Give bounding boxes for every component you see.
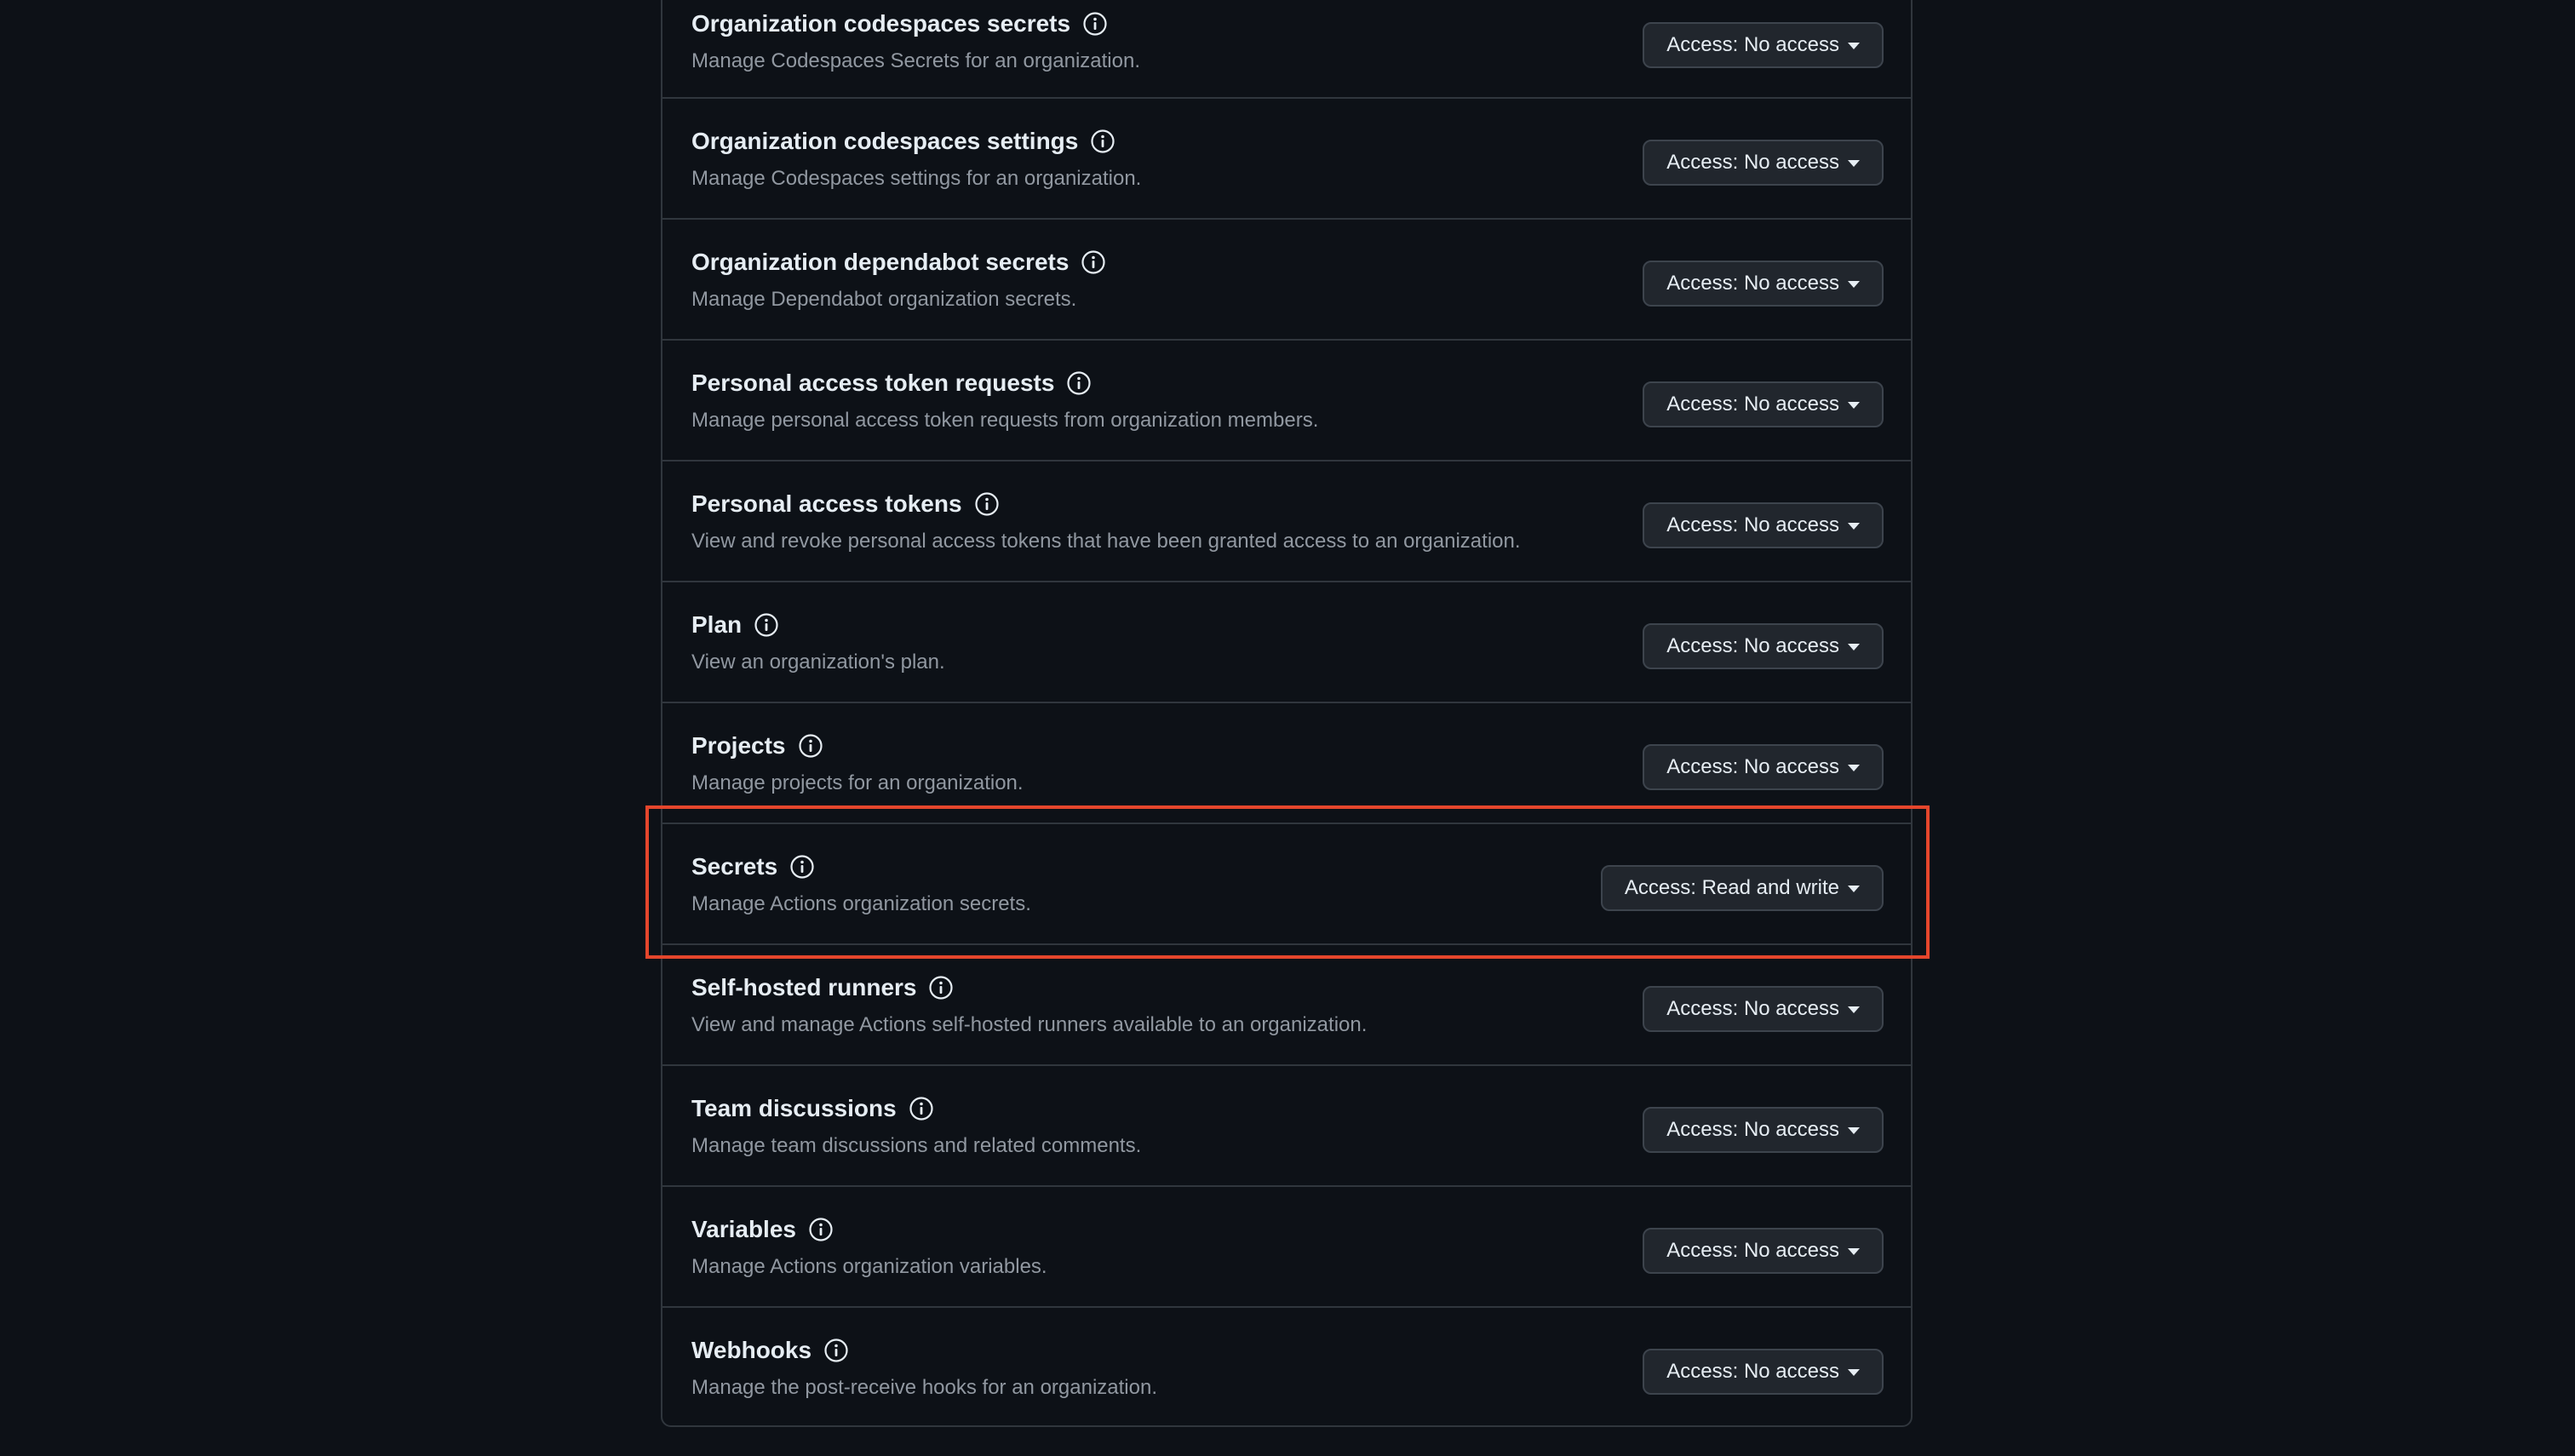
access-label: Access: No access	[1666, 1239, 1839, 1262]
access-dropdown-button[interactable]: Access: No access	[1643, 1228, 1884, 1274]
access-dropdown-button[interactable]: Access: No access	[1643, 381, 1884, 427]
permission-row-personal-access-tokens: Personal access tokens View and revoke p…	[662, 460, 1911, 581]
info-icon[interactable]	[1090, 129, 1115, 154]
info-icon[interactable]	[974, 491, 1000, 517]
permission-description: Manage projects for an organization.	[691, 771, 1024, 794]
info-icon[interactable]	[1066, 370, 1092, 396]
access-dropdown-button[interactable]: Access: No access	[1643, 623, 1884, 669]
permission-description: View and manage Actions self-hosted runn…	[691, 1013, 1368, 1036]
access-dropdown-button[interactable]: Access: No access	[1643, 140, 1884, 186]
caret-down-icon	[1848, 1248, 1860, 1255]
caret-down-icon	[1848, 402, 1860, 409]
access-dropdown-button[interactable]: Access: No access	[1643, 1107, 1884, 1153]
permission-description: Manage team discussions and related comm…	[691, 1134, 1142, 1157]
access-dropdown-button[interactable]: Access: No access	[1643, 1349, 1884, 1395]
access-dropdown-button[interactable]: Access: Read and write	[1600, 865, 1884, 911]
permission-row-plan: Plan View an organization's plan. Access…	[662, 581, 1911, 702]
access-label: Access: No access	[1666, 1360, 1839, 1383]
permission-row-organization-dependabot-secrets: Organization dependabot secrets Manage D…	[662, 218, 1911, 339]
info-icon[interactable]	[823, 1338, 849, 1363]
caret-down-icon	[1848, 1006, 1860, 1013]
info-icon[interactable]	[928, 975, 954, 1000]
permission-title: Personal access tokens	[691, 490, 962, 517]
permission-row-webhooks: Webhooks Manage the post-receive hooks f…	[662, 1306, 1911, 1427]
info-icon[interactable]	[1082, 11, 1108, 37]
permission-row-organization-codespaces-settings: Organization codespaces settings Manage …	[662, 97, 1911, 218]
permission-title: Organization codespaces settings	[691, 128, 1079, 154]
permission-title: Secrets	[691, 853, 778, 880]
caret-down-icon	[1848, 160, 1860, 167]
access-dropdown-button[interactable]: Access: No access	[1643, 744, 1884, 790]
access-dropdown-button[interactable]: Access: No access	[1643, 261, 1884, 307]
caret-down-icon	[1848, 765, 1860, 771]
caret-down-icon	[1848, 1369, 1860, 1376]
permissions-panel: Organization codespaces secrets Manage C…	[661, 0, 1913, 1427]
permission-description: Manage Codespaces settings for an organi…	[691, 167, 1142, 190]
permission-row-organization-codespaces-secrets: Organization codespaces secrets Manage C…	[662, 0, 1911, 102]
info-icon[interactable]	[808, 1217, 834, 1242]
access-label: Access: No access	[1666, 997, 1839, 1020]
permission-title: Organization dependabot secrets	[691, 249, 1070, 275]
access-label: Access: No access	[1666, 513, 1839, 536]
permission-row-secrets: Secrets Manage Actions organization secr…	[662, 823, 1911, 943]
caret-down-icon	[1848, 281, 1860, 288]
permission-title: Variables	[691, 1216, 796, 1242]
permission-row-team-discussions: Team discussions Manage team discussions…	[662, 1064, 1911, 1185]
permission-description: View an organization's plan.	[691, 651, 945, 674]
permission-description: Manage Actions organization variables.	[691, 1255, 1047, 1278]
access-dropdown-button[interactable]: Access: No access	[1643, 502, 1884, 548]
permission-row-self-hosted-runners: Self-hosted runners View and manage Acti…	[662, 943, 1911, 1064]
info-icon[interactable]	[909, 1096, 934, 1121]
access-label: Access: No access	[1666, 272, 1839, 295]
permission-title: Webhooks	[691, 1337, 812, 1363]
caret-down-icon	[1848, 886, 1860, 892]
info-icon[interactable]	[754, 612, 779, 638]
info-icon[interactable]	[798, 733, 823, 759]
permission-description: Manage Codespaces Secrets for an organiz…	[691, 49, 1140, 72]
access-label: Access: No access	[1666, 634, 1839, 657]
permission-title: Self-hosted runners	[691, 974, 917, 1000]
caret-down-icon	[1848, 523, 1860, 530]
access-dropdown-button[interactable]: Access: No access	[1643, 986, 1884, 1032]
access-label: Access: No access	[1666, 755, 1839, 778]
access-label: Access: No access	[1666, 33, 1839, 56]
permission-row-projects: Projects Manage projects for an organiza…	[662, 702, 1911, 823]
permission-title: Personal access token requests	[691, 370, 1055, 396]
permission-description: View and revoke personal access tokens t…	[691, 530, 1521, 553]
permission-description: Manage Dependabot organization secrets.	[691, 288, 1077, 311]
caret-down-icon	[1848, 644, 1860, 651]
access-label: Access: No access	[1666, 393, 1839, 416]
permission-description: Manage personal access token requests fr…	[691, 409, 1319, 432]
caret-down-icon	[1848, 1127, 1860, 1134]
access-label: Access: No access	[1666, 151, 1839, 174]
permission-row-personal-access-token-requests: Personal access token requests Manage pe…	[662, 339, 1911, 460]
permission-description: Manage Actions organization secrets.	[691, 892, 1031, 915]
info-icon[interactable]	[1081, 249, 1106, 275]
permission-title: Team discussions	[691, 1095, 897, 1121]
permission-row-variables: Variables Manage Actions organization va…	[662, 1185, 1911, 1306]
access-label: Access: No access	[1666, 1118, 1839, 1141]
access-dropdown-button[interactable]: Access: No access	[1643, 22, 1884, 68]
permission-title: Organization codespaces secrets	[691, 10, 1071, 37]
permission-description: Manage the post-receive hooks for an org…	[691, 1376, 1157, 1399]
caret-down-icon	[1848, 43, 1860, 49]
permission-title: Projects	[691, 732, 786, 759]
permission-title: Plan	[691, 611, 743, 638]
info-icon[interactable]	[789, 854, 815, 880]
access-label: Access: Read and write	[1624, 876, 1839, 899]
